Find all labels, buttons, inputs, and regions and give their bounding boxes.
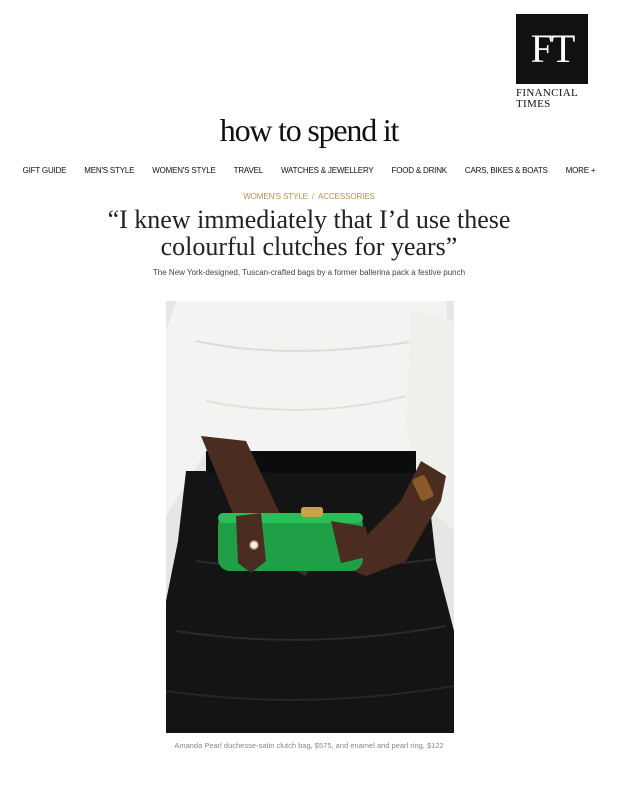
nav-item-cars-bikes-boats[interactable]: CARS, BIKES & BOATS [465, 166, 548, 175]
nav-item-travel[interactable]: TRAVEL [234, 166, 264, 175]
main-nav: GIFT GUIDE MEN'S STYLE WOMEN'S STYLE TRA… [0, 166, 618, 175]
ft-logo[interactable]: FT [516, 14, 588, 84]
image-caption: Amanda Pearl duchesse-satin clutch bag, … [174, 741, 444, 750]
breadcrumb-section-link[interactable]: WOMEN'S STYLE [243, 192, 308, 201]
nav-item-womens-style[interactable]: WOMEN'S STYLE [152, 166, 216, 175]
ft-wordmark-line2: TIMES [516, 98, 551, 110]
nav-item-more[interactable]: MORE + [566, 166, 596, 175]
headline-line-2: colourful clutches for years” [160, 232, 458, 261]
nav-item-mens-style[interactable]: MEN'S STYLE [84, 166, 134, 175]
nav-item-gift-guide[interactable]: GIFT GUIDE [23, 166, 67, 175]
breadcrumb-separator: / [311, 192, 315, 201]
nav-item-food-drink[interactable]: FOOD & DRINK [392, 166, 448, 175]
hero-image [166, 301, 454, 733]
breadcrumb: WOMEN'S STYLE / ACCESSORIES [0, 192, 618, 201]
headline-line-1: “I knew immediately that I’d use these [107, 205, 511, 234]
article-headline: “I knew immediately that I’d use these c… [60, 206, 558, 260]
breadcrumb-subsection-link[interactable]: ACCESSORIES [318, 192, 375, 201]
masthead-logo[interactable]: how to spend it [0, 112, 618, 149]
nav-item-watches-jewellery[interactable]: WATCHES & JEWELLERY [281, 166, 374, 175]
ft-wordmark: FINANCIAL TIMES [516, 88, 596, 110]
article-standfirst: The New York-designed, Tuscan-crafted ba… [152, 268, 466, 277]
ft-logo-mark: FT [530, 26, 576, 71]
